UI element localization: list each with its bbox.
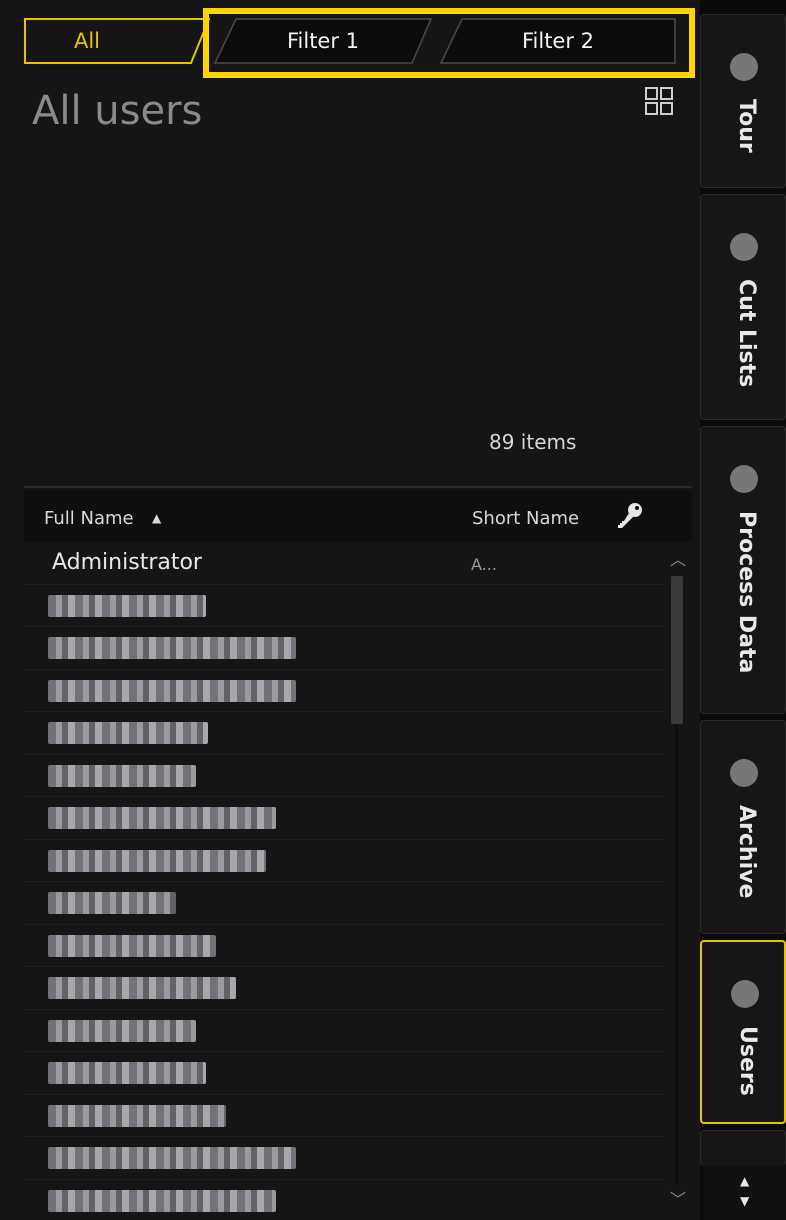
table-row[interactable] (24, 925, 664, 967)
redacted-name (48, 1147, 296, 1169)
side-tab-label: Users (735, 1026, 760, 1096)
table-row[interactable] (24, 967, 664, 1010)
table-row[interactable]: Administrator A... (24, 542, 664, 585)
tab-filter-1-label: Filter 1 (286, 29, 360, 53)
side-tab-label: Archive (734, 805, 759, 899)
column-full-name[interactable]: Full Name (44, 508, 134, 529)
table-row[interactable] (24, 712, 664, 755)
side-tab-label: Tour (734, 99, 759, 153)
status-dot-icon (731, 980, 759, 1008)
scroll-thumb[interactable] (671, 576, 683, 724)
redacted-name (48, 892, 176, 914)
key-icon[interactable] (614, 500, 646, 532)
side-tab-process-data[interactable]: Process Data (700, 426, 786, 714)
side-tab-more[interactable] (700, 1130, 786, 1166)
redacted-name (48, 764, 196, 787)
user-list: Administrator A... (24, 542, 664, 1220)
redacted-name (48, 679, 296, 702)
status-dot-icon (730, 759, 758, 787)
tab-all[interactable]: All (24, 18, 210, 64)
side-tab-tour[interactable]: Tour (700, 14, 786, 188)
table-row[interactable] (24, 1137, 664, 1180)
redacted-name (48, 849, 266, 872)
table-row[interactable] (24, 1052, 664, 1095)
side-tab-label: Process Data (734, 511, 759, 674)
list-scrollbar[interactable]: ︿ ﹀ (666, 542, 690, 1214)
table-row[interactable] (24, 1010, 664, 1052)
tab-filter-2-label: Filter 2 (521, 29, 595, 53)
redacted-name (48, 722, 208, 744)
grid-icon[interactable] (643, 86, 675, 116)
table-row[interactable] (24, 1180, 664, 1220)
tab-filter-1[interactable]: Filter 1 (214, 18, 432, 64)
main-panel: All Filter 1 Filter 2 All users 89 items… (0, 0, 700, 1220)
short-name-cell: A... (471, 555, 497, 574)
scroll-up-icon[interactable]: ︿ (666, 546, 690, 569)
redacted-name (48, 934, 216, 957)
redacted-name (48, 977, 236, 999)
status-dot-icon (730, 233, 758, 261)
table-row[interactable] (24, 797, 664, 840)
full-name-cell: Administrator (52, 550, 202, 575)
side-tab-cut-lists[interactable]: Cut Lists (700, 194, 786, 420)
status-dot-icon (730, 53, 758, 81)
page-title: All users (32, 88, 203, 134)
table-row[interactable] (24, 840, 664, 882)
divider (24, 486, 692, 488)
column-short-name[interactable]: Short Name (472, 508, 579, 529)
scroll-track[interactable] (675, 724, 679, 1184)
tab-all-label: All (73, 29, 101, 53)
table-row[interactable] (24, 755, 664, 797)
scroll-down-arrow-icon[interactable]: ▼ (740, 1194, 749, 1208)
tab-all-outline (24, 18, 210, 64)
table-row[interactable] (24, 585, 664, 627)
redacted-name (48, 1104, 226, 1127)
side-tab-label: Cut Lists (734, 279, 759, 388)
scroll-up-arrow-icon[interactable]: ▲ (740, 1174, 749, 1188)
status-dot-icon (730, 465, 758, 493)
redacted-name (48, 637, 296, 659)
side-tab-users[interactable]: Users (700, 940, 786, 1124)
table-row[interactable] (24, 882, 664, 925)
scroll-down-icon[interactable]: ﹀ (666, 1186, 690, 1209)
redacted-name (48, 1062, 206, 1084)
filter-tab-bar: All Filter 1 Filter 2 (0, 0, 700, 80)
table-row[interactable] (24, 670, 664, 712)
side-tab-bar: Tour Cut Lists Process Data Archive User… (700, 0, 786, 1220)
table-row[interactable] (24, 627, 664, 670)
table-header: Full Name ▲ Short Name (24, 490, 692, 542)
side-tabs-scroller: ▲ ▼ (704, 1166, 786, 1220)
redacted-name (48, 1019, 196, 1042)
item-count: 89 items (489, 430, 577, 454)
sort-ascending-icon: ▲ (152, 511, 162, 525)
redacted-name (48, 1189, 276, 1212)
table-row[interactable] (24, 1095, 664, 1137)
redacted-name (48, 594, 206, 617)
redacted-name (48, 807, 276, 829)
tab-filter-2[interactable]: Filter 2 (440, 18, 676, 64)
side-tab-archive[interactable]: Archive (700, 720, 786, 934)
